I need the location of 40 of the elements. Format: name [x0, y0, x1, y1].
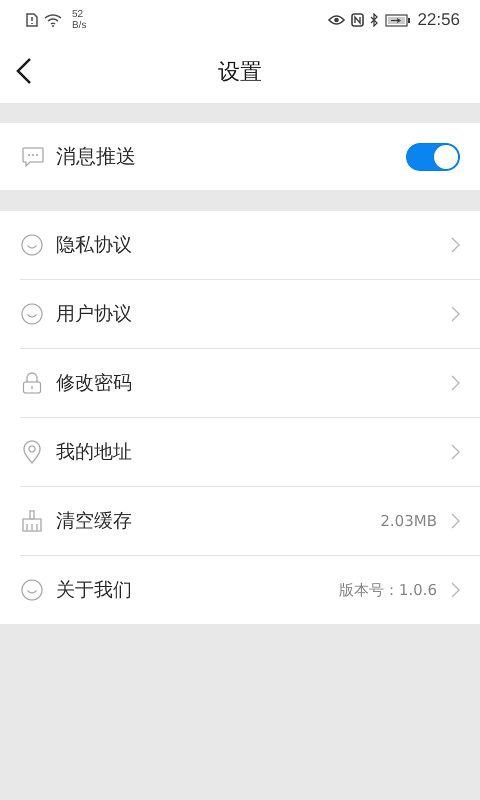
network-speed-unit: B/s — [72, 20, 86, 31]
page-title: 设置 — [218, 58, 262, 86]
network-speed-value: 52 — [72, 9, 84, 20]
chevron-right-icon — [451, 582, 460, 598]
sim-alert-icon — [26, 13, 38, 27]
setting-label: 我的地址 — [56, 440, 132, 465]
chevron-right-icon — [451, 237, 460, 253]
chevron-right-icon — [451, 513, 460, 529]
chevron-right-icon — [451, 444, 460, 460]
bluetooth-icon — [370, 13, 380, 27]
clock-time: 22:56 — [417, 10, 460, 30]
broom-icon — [21, 510, 43, 532]
lock-icon — [22, 372, 42, 394]
smiley-icon — [21, 579, 43, 601]
settings-row[interactable]: 清空缓存 2.03MB — [20, 486, 480, 555]
setting-label: 用户协议 — [56, 302, 132, 327]
chat-icon — [22, 146, 44, 166]
chevron-right-icon — [451, 306, 460, 322]
setting-value: 版本号：1.0.6 — [338, 580, 437, 600]
setting-label: 消息推送 — [56, 143, 136, 170]
chevron-right-icon — [451, 375, 460, 391]
setting-label: 清空缓存 — [56, 509, 132, 534]
settings-row[interactable]: 修改密码 — [20, 348, 480, 417]
settings-row[interactable]: 关于我们 版本号：1.0.6 — [20, 555, 480, 624]
location-pin-icon — [23, 440, 41, 464]
nfc-icon — [351, 13, 364, 27]
settings-row[interactable]: 隐私协议 — [20, 211, 480, 279]
setting-value: 2.03MB — [380, 512, 437, 530]
eye-icon — [328, 14, 346, 26]
battery-icon — [385, 14, 412, 26]
back-button[interactable] — [14, 56, 34, 86]
wifi-icon — [44, 14, 62, 26]
setting-label: 隐私协议 — [56, 233, 132, 258]
setting-label: 关于我们 — [56, 578, 132, 603]
settings-row[interactable]: 我的地址 — [20, 417, 480, 486]
smiley-icon — [21, 303, 43, 325]
settings-row[interactable]: 用户协议 — [20, 279, 480, 348]
push-toggle[interactable] — [406, 142, 460, 170]
smiley-icon — [21, 234, 43, 256]
setting-label: 修改密码 — [56, 371, 132, 396]
